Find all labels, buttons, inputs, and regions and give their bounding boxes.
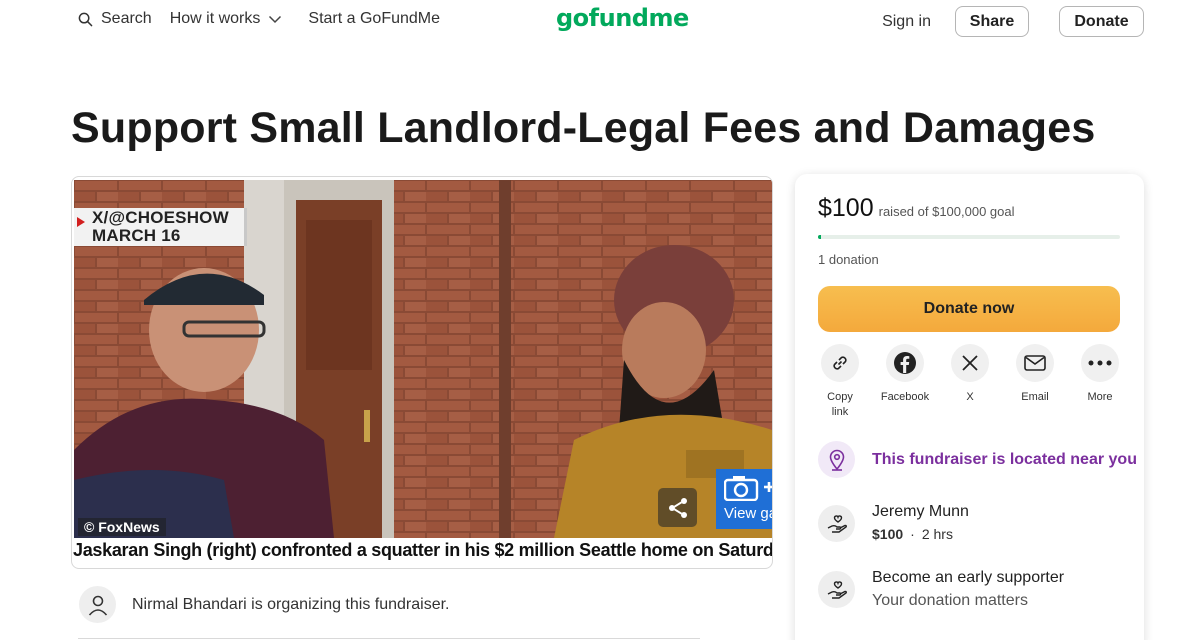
goal-text: raised of $100,000 goal bbox=[878, 204, 1015, 219]
raised-amount: $100 bbox=[818, 194, 874, 222]
donor-icon-circle bbox=[818, 505, 855, 542]
user-icon bbox=[88, 595, 107, 616]
raised-summary: $100 raised of $100,000 goal bbox=[818, 194, 1015, 223]
donate-now-button[interactable]: Donate now bbox=[818, 286, 1120, 332]
search-link[interactable]: Search bbox=[78, 10, 152, 28]
share-button[interactable]: Share bbox=[955, 6, 1029, 37]
facebook-icon bbox=[894, 352, 916, 374]
early-supporter-text: Become an early supporter Your donation … bbox=[872, 569, 1064, 610]
watermark-arrow-icon bbox=[77, 217, 85, 227]
image-caption: Jaskaran Singh (right) confronted a squa… bbox=[73, 540, 773, 560]
organizer-row: Nirmal Bhandari is organizing this fundr… bbox=[79, 586, 449, 623]
donation-hand-icon bbox=[827, 514, 847, 533]
share-facebook-label: Facebook bbox=[880, 391, 930, 403]
meta-separator: · bbox=[910, 526, 915, 542]
organizer-text: Nirmal Bhandari is organizing this fundr… bbox=[132, 595, 450, 613]
share-more[interactable]: More bbox=[1078, 344, 1122, 420]
nav-left-group: Search How it works Start a GoFundMe bbox=[78, 10, 440, 28]
search-icon bbox=[78, 12, 93, 26]
view-gallery-button[interactable]: View ga bbox=[716, 469, 772, 529]
share-more-label: More bbox=[1087, 391, 1113, 403]
watermark-line-1: X/@CHOESHOW bbox=[92, 208, 229, 227]
recent-donation: Jeremy Munn $100 · 2 hrs bbox=[818, 503, 969, 542]
donation-hand-icon bbox=[827, 580, 847, 599]
campaign-media[interactable]: X/@CHOESHOW MARCH 16 © FoxNews View ga J… bbox=[71, 176, 773, 569]
share-email[interactable]: Email bbox=[1013, 344, 1057, 420]
share-copy-link-label: Copy link bbox=[827, 391, 853, 418]
email-icon bbox=[1024, 355, 1046, 371]
share-more-circle bbox=[1081, 344, 1119, 382]
search-label: Search bbox=[101, 10, 152, 27]
share-email-label: Email bbox=[1021, 391, 1049, 403]
donor-details: Jeremy Munn $100 · 2 hrs bbox=[872, 503, 969, 542]
how-it-works-label: How it works bbox=[169, 10, 261, 27]
share-facebook[interactable]: Facebook bbox=[880, 344, 930, 420]
nav-right-group: Sign in Share Donate bbox=[882, 6, 1144, 37]
image-watermark: X/@CHOESHOW MARCH 16 bbox=[74, 208, 247, 246]
share-x-label: X bbox=[966, 391, 974, 403]
donor-time: 2 hrs bbox=[921, 526, 953, 542]
start-gofundme-link[interactable]: Start a GoFundMe bbox=[308, 10, 440, 28]
near-you-text: This fundraiser is located near you bbox=[872, 450, 1137, 468]
donor-name: Jeremy Munn bbox=[872, 503, 969, 520]
donation-count: 1 donation bbox=[818, 252, 879, 267]
early-supporter-subtitle: Your donation matters bbox=[872, 592, 1028, 609]
donate-header-button[interactable]: Donate bbox=[1059, 6, 1144, 37]
watermark-line-2: MARCH 16 bbox=[92, 226, 181, 245]
share-x[interactable]: X bbox=[948, 344, 992, 420]
early-supporter-title: Become an early supporter bbox=[872, 569, 1065, 586]
donor-amount: $100 bbox=[872, 526, 904, 542]
share-x-circle bbox=[951, 344, 989, 382]
link-icon bbox=[833, 356, 847, 370]
gofundme-logo[interactable]: gofundme bbox=[556, 4, 689, 32]
donation-card: $100 raised of $100,000 goal 1 donation … bbox=[795, 174, 1144, 640]
early-supporter-icon-circle bbox=[818, 571, 855, 608]
progress-bar bbox=[818, 235, 1120, 239]
near-you-notice[interactable]: This fundraiser is located near you bbox=[818, 441, 1137, 478]
share-icon bbox=[668, 497, 687, 518]
share-options: Copy link Facebook X Email More bbox=[818, 344, 1122, 420]
near-you-icon-circle bbox=[818, 441, 855, 478]
how-it-works-menu[interactable]: How it works bbox=[170, 10, 283, 28]
x-icon bbox=[962, 355, 978, 371]
chevron-down-icon bbox=[269, 15, 282, 23]
location-pin-icon bbox=[829, 449, 844, 471]
share-copy-link[interactable]: Copy link bbox=[818, 344, 862, 420]
more-icon bbox=[1088, 360, 1112, 366]
media-share-button[interactable] bbox=[658, 488, 697, 527]
section-divider bbox=[78, 638, 700, 639]
camera-plus-icon bbox=[724, 476, 772, 501]
top-navigation: Search How it works Start a GoFundMe gof… bbox=[0, 0, 1200, 44]
start-gofundme-label: Start a GoFundMe bbox=[308, 10, 441, 27]
sign-in-link[interactable]: Sign in bbox=[882, 13, 931, 31]
early-supporter-prompt: Become an early supporter Your donation … bbox=[818, 569, 1064, 610]
share-copy-link-circle bbox=[821, 344, 859, 382]
image-credit: © FoxNews bbox=[78, 518, 166, 536]
share-facebook-circle bbox=[886, 344, 924, 382]
share-email-circle bbox=[1016, 344, 1054, 382]
organizer-avatar bbox=[79, 586, 116, 623]
progress-bar-fill bbox=[818, 235, 822, 239]
campaign-title: Support Small Landlord-Legal Fees and Da… bbox=[71, 104, 1096, 152]
campaign-photo: X/@CHOESHOW MARCH 16 © FoxNews View ga bbox=[74, 180, 772, 538]
donor-meta: $100 · 2 hrs bbox=[872, 526, 969, 542]
view-gallery-label: View ga bbox=[724, 505, 772, 522]
